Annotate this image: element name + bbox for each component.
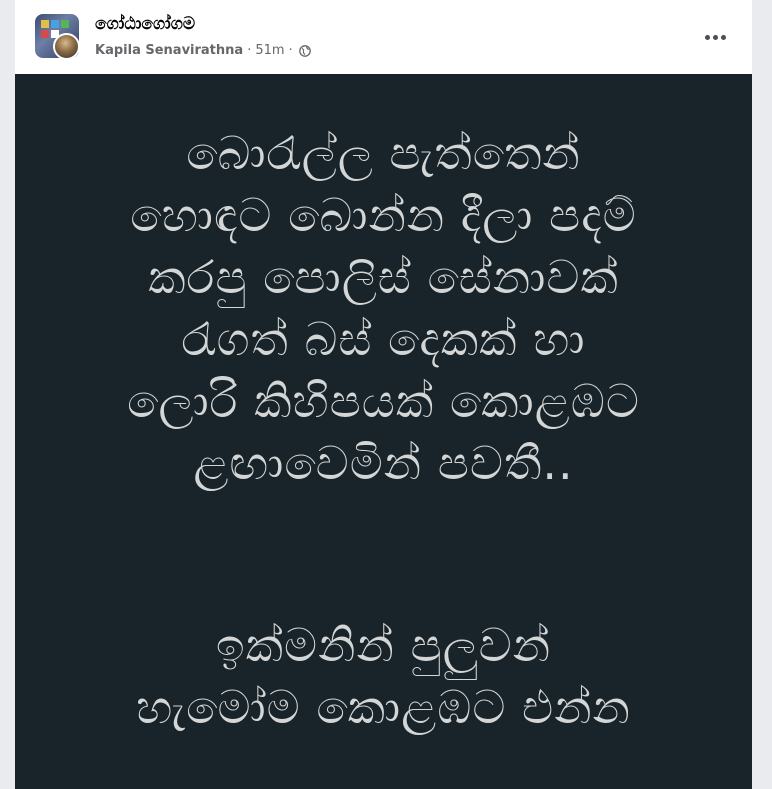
globe-icon[interactable]	[298, 44, 311, 57]
image-text-block-2: ඉක්මනින් පුලුවන් හැමෝම කොළඹට එන්න	[15, 614, 752, 738]
image-text-line: රැගත් බස් දෙකක් හා	[181, 312, 586, 366]
post-image[interactable]: බොරැල්ල පැත්තෙන් හොඳට බොන්න දීලා පදම් කර…	[15, 74, 752, 789]
post-time[interactable]: 51m	[255, 43, 284, 58]
avatar-tile	[61, 20, 69, 28]
dot	[712, 34, 718, 40]
image-text-line: කරපු පොලිස් සේනාවක්	[148, 250, 619, 304]
meta-separator: ·	[247, 43, 252, 58]
image-text-line: බොරැල්ල පැත්තෙන්	[186, 126, 581, 180]
post-header: ගෝඨාගෝගම Kapila Senavirathna · 51m ·	[15, 0, 752, 74]
page-name[interactable]: ගෝඨාගෝගම	[95, 14, 195, 34]
user-avatar[interactable]	[53, 33, 80, 60]
image-text-line: හොඳට බොන්න දීලා පදම්	[130, 188, 637, 242]
dot	[720, 34, 726, 40]
image-text-line: හැමෝම කොළඹට එන්න	[136, 680, 631, 734]
image-text-block-1: බොරැල්ල පැත්තෙන් හොඳට බොන්න දීලා පදම් කර…	[15, 122, 752, 494]
author-name[interactable]: Kapila Senavirathna	[95, 43, 243, 58]
avatar-tile	[51, 20, 59, 28]
image-text-line: ඉක්මනින් පුලුවන්	[215, 618, 552, 672]
avatar-tile	[41, 20, 49, 28]
meta-separator: ·	[288, 43, 293, 58]
avatar-group[interactable]	[35, 14, 80, 60]
more-options-icon[interactable]	[698, 22, 732, 52]
image-text-line: ළඟාවෙමින් පවතී..	[193, 436, 574, 490]
post-meta: Kapila Senavirathna · 51m ·	[95, 43, 311, 58]
post-card: ගෝඨාගෝගම Kapila Senavirathna · 51m · බොර…	[15, 0, 752, 789]
image-text-line: ලොරි කිහිපයක් කොළඹට	[127, 374, 640, 428]
avatar-tile	[41, 30, 49, 38]
dot	[704, 34, 710, 40]
